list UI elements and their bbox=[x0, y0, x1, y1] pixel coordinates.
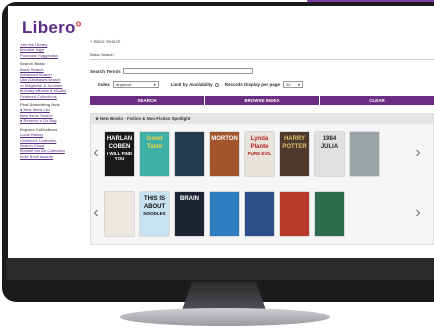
carousel-next-icon[interactable]: › bbox=[413, 144, 423, 161]
screen: Liberoo Join the Library Member login Pu… bbox=[8, 6, 434, 258]
book-cover-text: NOODLES bbox=[143, 211, 166, 216]
book-cover-text: THIS IS bbox=[143, 196, 165, 202]
sidebar-link-indie-awards[interactable]: Indie Book Awards bbox=[20, 154, 84, 159]
spotlight-title: ★ New Books - Fiction & Non-Fiction Spot… bbox=[91, 114, 433, 124]
tab-basic-search[interactable]: Basic Search bbox=[90, 48, 434, 60]
records-label: Records Display per page bbox=[224, 82, 280, 87]
index-label: Index bbox=[98, 82, 110, 87]
monitor-base bbox=[120, 308, 330, 326]
book-cover[interactable] bbox=[175, 132, 204, 176]
libero-logo[interactable]: Liberoo bbox=[22, 18, 82, 38]
book-cover-text: COBEN bbox=[108, 144, 131, 150]
book-cover[interactable]: HARRY POTTER bbox=[280, 132, 309, 176]
index-select[interactable]: Anyword ▾ bbox=[112, 81, 159, 88]
book-cover-text: Taste bbox=[146, 144, 163, 150]
book-cover[interactable]: MORTON bbox=[210, 132, 239, 176]
chevron-down-icon: ▾ bbox=[297, 82, 300, 87]
chevron-down-icon: ▾ bbox=[153, 82, 156, 87]
book-cover-text: PURE EVIL bbox=[247, 151, 272, 156]
book-cover-text: 1984 bbox=[322, 136, 337, 142]
sidebar-link-purchase-suggestion[interactable]: Purchase Suggestion bbox=[20, 53, 84, 58]
book-cover-text: MORTON bbox=[211, 136, 238, 142]
book-cover-text: POTTER bbox=[282, 144, 307, 150]
limit-label: Limit by Availability bbox=[170, 82, 213, 87]
search-input[interactable] bbox=[122, 68, 253, 74]
book-cover[interactable] bbox=[350, 132, 379, 176]
book-carousel-1: ‹ › HARLAN COBEN I WILL FIND YOU Good Taste M… bbox=[91, 124, 433, 184]
book-cover[interactable]: Lynda Plante PURE EVIL bbox=[245, 132, 274, 176]
book-cover-text: Plante bbox=[250, 144, 269, 150]
book-cover[interactable] bbox=[210, 192, 239, 236]
book-cover[interactable] bbox=[280, 192, 309, 236]
filter-row: Index Anyword ▾ Limit by Availability Rec… bbox=[90, 81, 434, 88]
main-content: > Basic Search Basic Search Search Term/… bbox=[90, 37, 434, 245]
breadcrumb: > Basic Search bbox=[90, 39, 121, 44]
book-carousel-2: ‹ › THIS IS ABOUT NOODLES BRAIN bbox=[91, 184, 433, 244]
spotlight-panel: ★ New Books - Fiction & Non-Fiction Spot… bbox=[90, 113, 434, 245]
carousel-prev-icon[interactable]: ‹ bbox=[91, 144, 101, 161]
book-cover-text: HARLAN bbox=[106, 136, 133, 142]
book-cover[interactable] bbox=[245, 192, 274, 236]
browse-index-button[interactable]: BROWSE INDEX bbox=[205, 96, 320, 105]
book-cover[interactable] bbox=[105, 192, 134, 236]
sidebar: Join the Library Member login Purchase S… bbox=[20, 42, 84, 159]
book-cover-text: ABOUT bbox=[143, 204, 166, 210]
book-cover[interactable]: BRAIN bbox=[175, 192, 204, 236]
monitor-stand bbox=[182, 282, 266, 310]
search-button[interactable]: SEARCH bbox=[90, 96, 205, 105]
book-cover[interactable] bbox=[315, 192, 344, 236]
book-cover-text: Good bbox=[146, 136, 163, 142]
search-label: Search Term/s bbox=[90, 68, 121, 74]
clear-button[interactable]: CLEAR bbox=[320, 96, 434, 105]
book-cover-text: Lynda bbox=[250, 136, 269, 142]
records-select[interactable]: 20 ▾ bbox=[282, 81, 303, 88]
book-cover[interactable]: THIS IS ABOUT NOODLES bbox=[140, 192, 169, 236]
limit-availability-radio[interactable] bbox=[214, 82, 219, 87]
book-cover-text: BRAIN bbox=[180, 196, 199, 202]
button-bar: SEARCH BROWSE INDEX CLEAR bbox=[90, 96, 434, 105]
search-row: Search Term/s bbox=[90, 68, 434, 74]
book-cover-text: HARRY bbox=[283, 136, 306, 142]
book-cover[interactable]: 1984 JULIA bbox=[315, 132, 344, 176]
book-cover[interactable]: HARLAN COBEN I WILL FIND YOU bbox=[105, 132, 134, 176]
carousel-prev-icon[interactable]: ‹ bbox=[91, 204, 101, 221]
monitor-chin bbox=[6, 258, 434, 280]
book-cover-text: JULIA bbox=[320, 144, 339, 150]
book-cover-text: I WILL FIND YOU bbox=[106, 151, 133, 161]
sidebar-link-featured[interactable]: Featured Collections bbox=[20, 94, 84, 99]
book-cover[interactable]: Good Taste bbox=[140, 132, 169, 176]
sidebar-link-go-bag[interactable]: ● Reserve a Go Bag bbox=[20, 118, 84, 123]
carousel-next-icon[interactable]: › bbox=[413, 204, 423, 221]
